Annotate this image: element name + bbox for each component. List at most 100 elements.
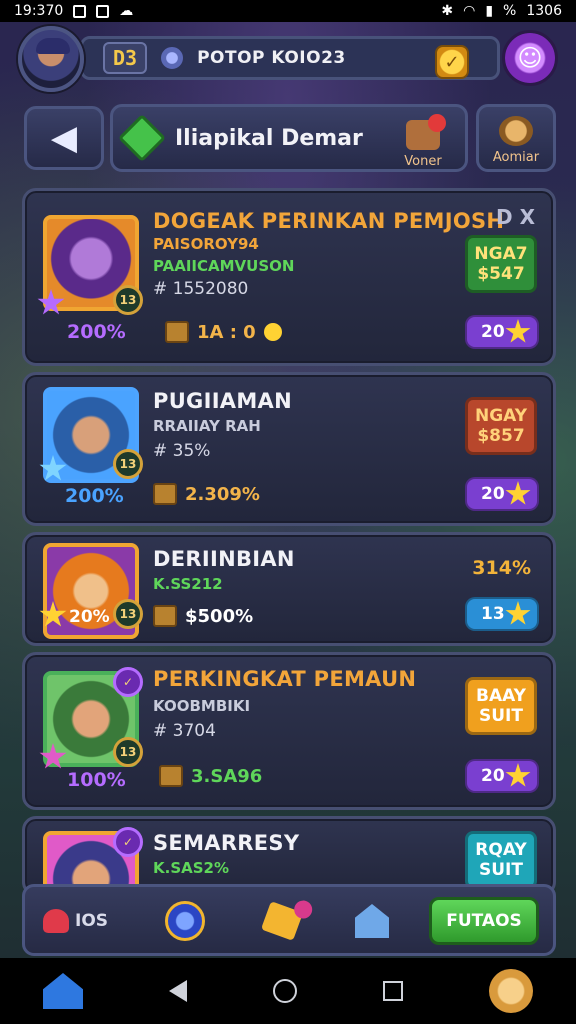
power-percent: 100% [67,769,126,791]
price-tag[interactable]: BAAY SUIT [465,677,537,735]
price-tag[interactable]: RQAY SUIT [465,831,537,889]
money-label: Voner [404,154,442,169]
nav-back-icon[interactable] [169,980,187,1002]
shop-button[interactable] [355,897,389,945]
rank-value: 20 [481,322,505,342]
rank-badge[interactable]: 20 [465,315,539,349]
price-line2: SUIT [479,706,523,726]
price-text: 314% [472,557,531,579]
home-app-icon[interactable] [43,973,83,1009]
hearts-button[interactable]: IOS [43,897,108,945]
rank-value: 13 [481,604,505,624]
back-button[interactable]: ◀ [24,106,104,170]
avatar-button[interactable]: Aomiar [476,104,556,172]
power-percent: 20% [69,607,110,627]
status-time: 19:370 [14,3,64,19]
player-guild: PAAIICAMVUSON [153,257,295,275]
resource-bar: D3 POTOP KOIO23 ✓ [80,36,500,80]
heart-icon [43,909,69,933]
rank-badge[interactable]: 20 [465,759,539,793]
resource-amount: $500% [153,605,253,627]
close-icon[interactable]: D X [496,205,535,229]
player-card[interactable]: ✓ 13 PERKINGKAT PEMAUN KOOBMBIKI # 3704 … [22,652,556,810]
bottom-bar: IOS FUTAOS [22,884,556,956]
signal-icon: ▮ [485,3,494,19]
player-name: PERKINGKAT PEMAUN [153,667,417,691]
price-line2: $547 [477,264,525,284]
player-avatar[interactable] [18,26,84,92]
money-button[interactable]: Voner [393,113,453,169]
level-badge: ✓ [113,667,143,697]
top-bar: D3 POTOP KOIO23 ✓ ☺ [18,26,558,92]
system-nav-bar [0,958,576,1024]
resource-amount: 3.SA96 [159,765,262,787]
portal-icon [165,901,205,941]
player-subtitle: KOOBMBIKI [153,697,251,715]
chest-icon [159,765,183,787]
level-badge: ✓ [113,827,143,857]
player-level: D3 [103,42,148,74]
player-name: PUGIIAMAN [153,389,292,413]
price-tag[interactable]: NGA7 $547 [465,235,537,293]
nav-recents-icon[interactable] [383,981,403,1001]
player-score: # 1552080 [153,279,249,299]
rank-badge[interactable]: 13 [465,597,539,631]
player-card[interactable]: 13 PUGIIAMAN RRAIIAY RAH # 35% 200% 2.30… [22,372,556,526]
player-subtitle: PAISOROY94 [153,235,259,253]
power-percent: 200% [65,485,124,507]
chest-icon [165,321,189,343]
resource-value: 3.SA96 [191,765,263,787]
price-line1: RQAY [475,839,527,860]
rank-value: 20 [481,766,505,786]
price-line2: SUIT [479,860,523,880]
player-card[interactable]: 20% 13 DERIINBIAN K.SS212 $500% 314% 13 [22,532,556,646]
coin-icon[interactable]: ✓ [435,45,469,79]
power-percent: 200% [67,321,126,343]
app-notification-icon [96,4,110,18]
player-subtitle: K.SAS2% [153,859,230,877]
rank-badge[interactable]: 20 [465,477,539,511]
star-icon [505,763,531,787]
portal-button[interactable] [165,897,205,945]
wifi-icon: ◠ [463,3,476,19]
money-bag-icon [406,114,446,150]
chest-icon [153,605,177,627]
star-icon [505,319,531,343]
gift-icon [260,901,304,941]
notification-icon [73,4,87,18]
player-name: DOGEAK PERINKAN PEMJOSH [153,209,505,233]
pet-icon [499,116,533,146]
gem-icon [159,45,186,71]
price-line1: NGAY [474,405,528,426]
level-badge: 13 [113,449,143,479]
level-badge: 13 [113,599,143,629]
resource-amount: 1A : 0 [165,321,282,343]
bluetooth-icon: ✱ [441,3,454,19]
pet-app-icon[interactable] [489,969,533,1013]
avatar-label: Aomiar [492,150,540,165]
back-arrow-icon: ◀ [50,118,78,158]
status-clock: 1306 [526,3,562,19]
shop-icon [355,904,389,938]
player-subtitle: K.SS212 [153,575,223,593]
player-card[interactable]: 13 DOGEAK PERINKAN PEMJOSH PAISOROY94 PA… [22,188,556,366]
player-score: # 35% [153,441,211,461]
level-badge: 13 [113,285,143,315]
resource-amount: 2.309% [153,483,260,505]
green-gem-icon [117,113,167,163]
player-subtitle: RRAIIAY RAH [153,417,261,435]
price-tag[interactable]: NGAY $857 [465,397,537,455]
status-bar: 19:370 ☁ ✱ ◠ ▮ % 1306 [0,0,576,22]
ghost-icon[interactable]: ☺ [502,30,558,86]
price-line1: BAAY [476,685,526,706]
action-button[interactable]: FUTAOS [429,897,539,945]
resource-value: 2.309% [185,483,260,505]
player-name: SEMARRESY [153,831,300,855]
page-title: Iliapikal Demar [175,125,363,151]
nav-home-icon[interactable] [273,979,297,1003]
star-icon [505,601,531,625]
price-line2: $857 [477,426,525,446]
level-badge: 13 [113,737,143,767]
price-line1: NGA7 [474,243,528,264]
gift-button[interactable] [260,897,304,945]
